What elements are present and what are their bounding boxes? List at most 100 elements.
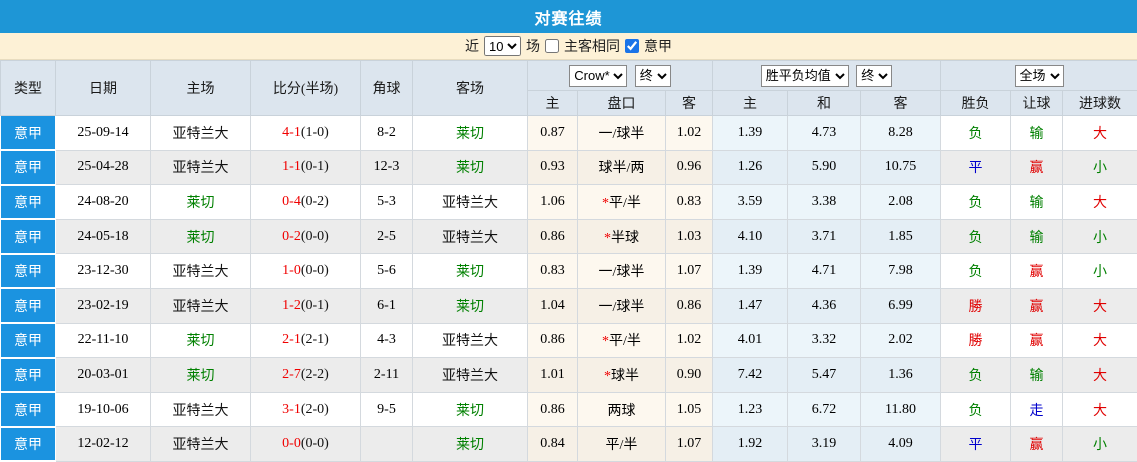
avg-away-odds: 7.98 [861, 254, 941, 289]
full-time-score: 0-4 [282, 194, 301, 209]
handicap-text: 一/球半 [599, 300, 645, 315]
home-team: 亚特兰大 [151, 392, 251, 427]
period-select[interactable]: 全场 [1015, 65, 1064, 87]
home-team: 莱切 [151, 219, 251, 254]
avg-time-select[interactable]: 终 [856, 65, 892, 87]
avg-away-odds: 2.08 [861, 185, 941, 220]
table-row: 意甲 23-02-19 亚特兰大 1-2(0-1) 6-1 莱切 1.04 一/… [1, 288, 1137, 323]
home-team: 莱切 [151, 358, 251, 393]
handicap-line: 两球 [578, 392, 666, 427]
match-date: 25-09-14 [56, 116, 151, 151]
col-header-score: 比分(半场) [251, 61, 361, 116]
same-venue-checkbox[interactable] [545, 39, 559, 53]
col-header-odds-home: 主 [528, 91, 578, 116]
goals-badge: 大 [1063, 323, 1137, 358]
match-date: 20-03-01 [56, 358, 151, 393]
bookmaker-select[interactable]: Crow* [569, 65, 627, 87]
score-cell: 1-1(0-1) [251, 150, 361, 185]
handicap-result-badge: 赢 [1011, 427, 1063, 462]
col-header-home: 主场 [151, 61, 251, 116]
result-badge: 负 [941, 185, 1011, 220]
home-odds: 0.93 [528, 150, 578, 185]
score-cell: 3-1(2-0) [251, 392, 361, 427]
avg-draw-odds: 5.47 [788, 358, 861, 393]
col-header-avg-away: 客 [861, 91, 941, 116]
home-team: 莱切 [151, 185, 251, 220]
goals-badge: 大 [1063, 185, 1137, 220]
away-team: 莱切 [413, 150, 528, 185]
league-badge: 意甲 [1, 392, 56, 427]
handicap-result-badge: 赢 [1011, 323, 1063, 358]
corner-count: 2-5 [361, 219, 413, 254]
goals-badge: 大 [1063, 358, 1137, 393]
avg-group-header: 胜平负均值 终 [713, 61, 941, 91]
handicap-text: 平/半 [606, 438, 638, 453]
col-header-type: 类型 [1, 61, 56, 116]
table-row: 意甲 19-10-06 亚特兰大 3-1(2-0) 9-5 莱切 0.86 两球… [1, 392, 1137, 427]
away-team: 莱切 [413, 427, 528, 462]
handicap-line: *半球 [578, 219, 666, 254]
corner-count: 5-6 [361, 254, 413, 289]
result-badge: 勝 [941, 323, 1011, 358]
corner-count: 5-3 [361, 185, 413, 220]
match-count-select[interactable]: 10 [484, 36, 521, 56]
score-cell: 1-2(0-1) [251, 288, 361, 323]
avg-draw-odds: 5.90 [788, 150, 861, 185]
col-header-away: 客场 [413, 61, 528, 116]
handicap-result-badge: 走 [1011, 392, 1063, 427]
avg-home-odds: 1.26 [713, 150, 788, 185]
full-time-score: 1-1 [282, 159, 301, 174]
result-badge: 负 [941, 254, 1011, 289]
table-row: 意甲 12-02-12 亚特兰大 0-0(0-0) 莱切 0.84 平/半 1.… [1, 427, 1137, 462]
result-badge: 负 [941, 116, 1011, 151]
avg-home-odds: 3.59 [713, 185, 788, 220]
table-row: 意甲 25-04-28 亚特兰大 1-1(0-1) 12-3 莱切 0.93 球… [1, 150, 1137, 185]
home-team: 亚特兰大 [151, 288, 251, 323]
goals-badge: 小 [1063, 254, 1137, 289]
avg-away-odds: 1.85 [861, 219, 941, 254]
handicap-result-badge: 输 [1011, 358, 1063, 393]
games-label: 场 [526, 36, 540, 56]
home-odds: 0.84 [528, 427, 578, 462]
handicap-result-badge: 赢 [1011, 288, 1063, 323]
score-cell: 0-0(0-0) [251, 427, 361, 462]
table-row: 意甲 24-05-18 莱切 0-2(0-0) 2-5 亚特兰大 0.86 *半… [1, 219, 1137, 254]
handicap-text: 一/球半 [599, 265, 645, 280]
bookmaker-time-select[interactable]: 终 [635, 65, 671, 87]
half-time-score: (1-0) [301, 125, 329, 140]
score-cell: 4-1(1-0) [251, 116, 361, 151]
handicap-text: 平/半 [609, 196, 641, 211]
col-header-goals: 进球数 [1063, 91, 1137, 116]
away-odds: 1.05 [666, 392, 713, 427]
avg-home-odds: 1.92 [713, 427, 788, 462]
result-badge: 勝 [941, 288, 1011, 323]
table-row: 意甲 23-12-30 亚特兰大 1-0(0-0) 5-6 莱切 0.83 一/… [1, 254, 1137, 289]
avg-away-odds: 8.28 [861, 116, 941, 151]
away-odds: 1.03 [666, 219, 713, 254]
away-team: 亚特兰大 [413, 323, 528, 358]
avg-select[interactable]: 胜平负均值 [761, 65, 849, 87]
half-time-score: (2-1) [301, 332, 329, 347]
avg-home-odds: 7.42 [713, 358, 788, 393]
corner-count: 6-1 [361, 288, 413, 323]
match-date: 23-02-19 [56, 288, 151, 323]
corner-count: 8-2 [361, 116, 413, 151]
handicap-result-badge: 输 [1011, 185, 1063, 220]
match-date: 23-12-30 [56, 254, 151, 289]
league-badge: 意甲 [1, 358, 56, 393]
league-badge: 意甲 [1, 150, 56, 185]
avg-away-odds: 6.99 [861, 288, 941, 323]
corner-count: 2-11 [361, 358, 413, 393]
full-time-score: 3-1 [282, 402, 301, 417]
result-badge: 负 [941, 219, 1011, 254]
goals-badge: 小 [1063, 427, 1137, 462]
avg-away-odds: 11.80 [861, 392, 941, 427]
league-filter-checkbox[interactable] [625, 39, 639, 53]
avg-draw-odds: 4.73 [788, 116, 861, 151]
match-date: 24-05-18 [56, 219, 151, 254]
near-label: 近 [465, 36, 479, 56]
full-time-score: 0-2 [282, 229, 301, 244]
away-odds: 0.96 [666, 150, 713, 185]
full-time-score: 2-7 [282, 367, 301, 382]
handicap-line: 一/球半 [578, 254, 666, 289]
